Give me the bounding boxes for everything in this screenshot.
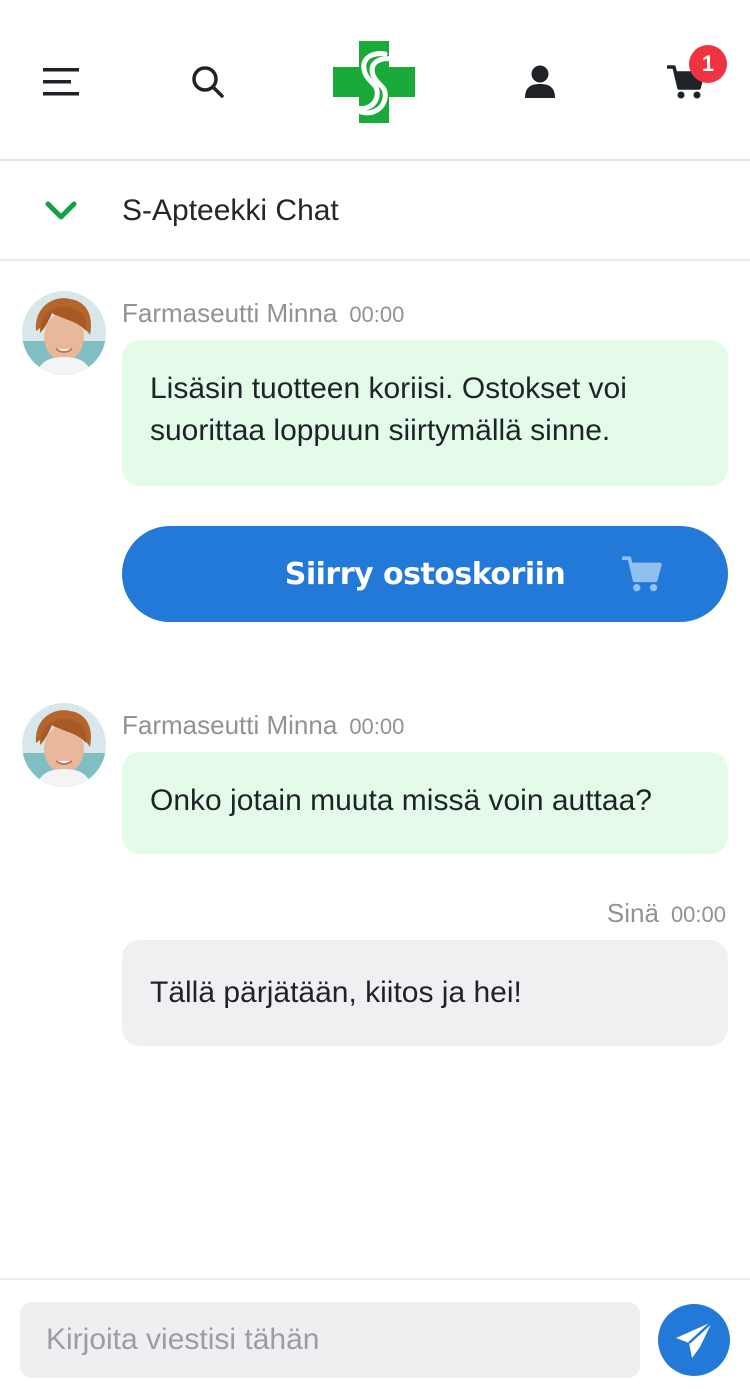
message-meta: Sinä 00:00 xyxy=(607,896,726,932)
go-to-cart-button[interactable]: Siirry ostoskoriin xyxy=(122,526,728,622)
message-time: 00:00 xyxy=(349,714,405,739)
go-to-cart-label: Siirry ostoskoriin xyxy=(284,556,566,592)
top-header: 1 xyxy=(0,0,750,161)
chat-header: S-Apteekki Chat xyxy=(0,161,750,261)
pharmacist-avatar xyxy=(22,291,106,375)
pharmacist-avatar xyxy=(22,703,106,787)
message-meta: Farmaseutti Minna 00:00 xyxy=(122,296,404,332)
chevron-down-icon xyxy=(45,201,77,220)
sender-name: Sinä xyxy=(606,898,659,928)
message-input[interactable] xyxy=(20,1302,640,1378)
menu-button[interactable] xyxy=(36,56,88,108)
message-meta: Farmaseutti Minna 00:00 xyxy=(122,708,404,744)
s-apteekki-logo[interactable] xyxy=(333,41,415,123)
message-text: Tällä pärjätään, kiitos ja hei! xyxy=(150,976,522,1009)
sender-name: Farmaseutti Minna xyxy=(122,298,338,328)
send-button[interactable] xyxy=(658,1304,730,1376)
send-paper-plane-icon xyxy=(676,1321,713,1358)
user-icon xyxy=(525,65,555,98)
avatar-portrait xyxy=(22,291,106,375)
search-button[interactable] xyxy=(182,56,234,108)
user-account-button[interactable] xyxy=(514,56,566,108)
hamburger-menu-icon xyxy=(43,68,79,96)
agent-message-bubble: Onko jotain muuta missä voin auttaa? xyxy=(122,752,728,854)
user-message-bubble: Tällä pärjätään, kiitos ja hei! xyxy=(122,940,728,1046)
message-time: 00:00 xyxy=(670,902,726,927)
s-apteekki-logo-icon xyxy=(333,41,415,123)
collapse-chat-button[interactable] xyxy=(40,193,82,229)
agent-message-bubble: Lisäsin tuotteen koriisi. Ostokset voi s… xyxy=(122,340,728,486)
message-text: Lisäsin tuotteen koriisi. Ostokset voi s… xyxy=(150,372,627,447)
message-composer xyxy=(0,1278,750,1400)
avatar-portrait xyxy=(22,703,106,787)
chat-title: S-Apteekki Chat xyxy=(122,194,339,227)
cart-count-badge: 1 xyxy=(689,45,727,83)
message-time: 00:00 xyxy=(349,302,405,327)
sender-name: Farmaseutti Minna xyxy=(122,710,338,740)
cart-icon xyxy=(622,556,662,592)
search-icon xyxy=(192,66,224,98)
message-text: Onko jotain muuta missä voin auttaa? xyxy=(150,784,652,817)
